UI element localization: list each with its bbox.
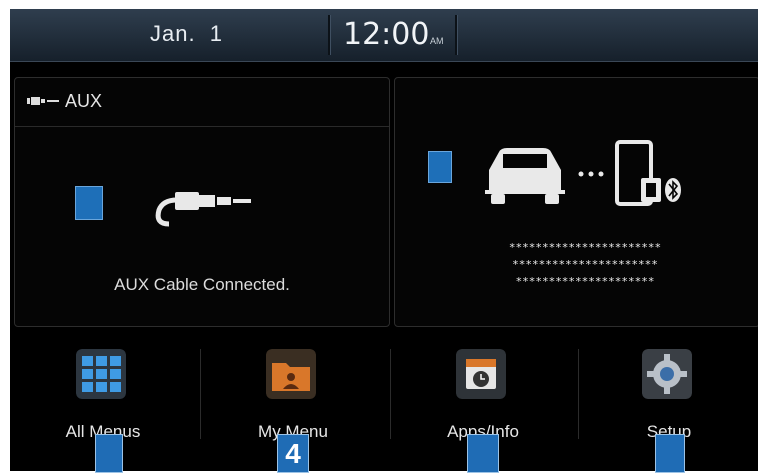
masked-device-name: ********************* bbox=[515, 275, 655, 288]
callout-badge bbox=[467, 434, 499, 473]
aux-panel-header: AUX bbox=[15, 78, 389, 127]
clock-calendar-icon bbox=[456, 349, 506, 399]
masked-device-name: *********************** bbox=[508, 241, 662, 254]
callout-badge bbox=[655, 434, 685, 473]
aux-cable-icon bbox=[155, 192, 251, 227]
bluetooth-panel[interactable]: *********************** ****************… bbox=[394, 77, 758, 327]
status-bar: Jan. 1 12:00 AM bbox=[10, 9, 758, 62]
aux-panel-title: AUX bbox=[65, 91, 103, 111]
status-divider bbox=[455, 15, 457, 55]
callout-marker bbox=[75, 186, 103, 220]
callout-badge-4: 4 bbox=[277, 434, 309, 473]
callout-marker bbox=[428, 151, 452, 183]
aux-connection-status: AUX Cable Connected. bbox=[114, 275, 290, 294]
clock-display[interactable]: 12:00 bbox=[343, 17, 429, 52]
masked-device-name: ********************** bbox=[512, 258, 658, 271]
aux-plug-icon bbox=[27, 97, 59, 105]
status-divider bbox=[328, 15, 330, 55]
grid-icon bbox=[76, 349, 126, 399]
car-phone-connection-icon bbox=[485, 140, 681, 206]
ampm-indicator: AM bbox=[430, 36, 444, 46]
aux-panel[interactable]: AUX AUX Cable Connected. bbox=[14, 77, 390, 327]
callout-badge bbox=[95, 434, 123, 473]
head-unit-screen: Jan. 1 12:00 AM AUX AUX Cable Connected. bbox=[10, 9, 758, 471]
date-display[interactable]: Jan. 1 bbox=[150, 21, 223, 47]
gear-icon bbox=[642, 349, 692, 399]
folder-icon bbox=[266, 349, 316, 399]
